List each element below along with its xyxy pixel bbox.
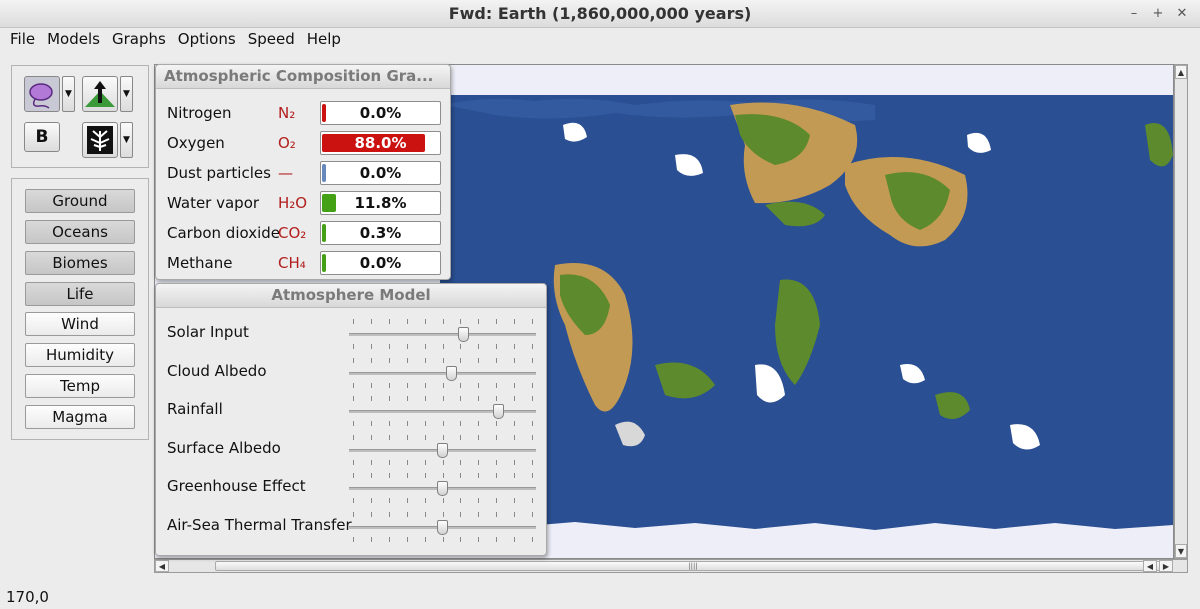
menu-speed[interactable]: Speed [242,28,301,52]
gas-row: Dust particles — 0.0% [156,161,452,185]
scroll-down-icon[interactable]: ▼ [1175,544,1187,558]
view-oceans-button[interactable]: Oceans [25,220,135,244]
slider-row: Surface Albedo [156,431,548,469]
slider-track[interactable] [349,410,536,413]
title-bar: Fwd: Earth (1,860,000,000 years) – + ✕ [0,0,1200,28]
lifeform-dropdown-button[interactable]: ▼ [62,76,75,112]
maximize-icon[interactable]: + [1148,4,1168,24]
bold-label: B [35,127,49,147]
gas-level-bar: 0.0% [320,251,441,275]
terrain-dropdown-button[interactable]: ▼ [120,76,133,112]
gas-name: Carbon dioxide [167,224,281,242]
terrain-tool-button[interactable] [82,76,118,112]
slider-track[interactable] [349,333,536,336]
slider-thumb[interactable] [437,442,448,458]
slider-thumb[interactable] [437,519,448,535]
gas-formula: — [278,164,293,182]
gas-level-bar: 88.0% [320,131,441,155]
mountain-arrow-icon [85,81,115,107]
view-ground-button[interactable]: Ground [25,189,135,213]
lifeform-tool-button[interactable] [24,76,60,112]
tree-dropdown-button[interactable]: ▼ [120,122,133,158]
gas-value: 0.0% [359,104,402,122]
view-wind-button[interactable]: Wind [25,312,135,336]
gas-name: Water vapor [167,194,260,212]
gas-value: 0.0% [359,254,402,272]
menu-models[interactable]: Models [41,28,106,52]
slider-row: Solar Input [156,315,548,353]
view-temp-button[interactable]: Temp [25,374,135,398]
slider-row: Rainfall [156,392,548,430]
cursor-coordinates: 170,0 [6,588,49,606]
gas-formula: N₂ [278,104,296,122]
slider-row: Air-Sea Thermal Transfer [156,508,548,546]
gas-level-bar: 11.8% [320,191,441,215]
gas-level-bar: 0.3% [320,221,441,245]
gas-row: Water vapor H₂O 11.8% [156,191,452,215]
slider-label: Air-Sea Thermal Transfer [167,515,352,534]
tool-palette: ▼ ▼ B ▼ [11,65,149,168]
vertical-scrollbar[interactable]: ▲ ▼ [1174,64,1188,559]
gas-value: 11.8% [354,194,407,212]
horizontal-scroll-thumb[interactable]: |||| [215,561,1171,571]
scroll-left-icon[interactable]: ◀ [155,560,169,572]
menu-bar: File Models Graphs Options Speed Help [0,28,1200,52]
gas-row: Nitrogen N₂ 0.0% [156,101,452,125]
gas-row: Methane CH₄ 0.0% [156,251,452,275]
atmosphere-model-title[interactable]: Atmosphere Model [156,284,546,308]
gas-formula: CO₂ [278,224,307,242]
slider-row: Greenhouse Effect [156,469,548,507]
slider-thumb[interactable] [445,365,457,381]
atmospheric-composition-title[interactable]: Atmospheric Composition Gra... [156,65,450,89]
view-biomes-button[interactable]: Biomes [25,251,135,275]
slider-label: Surface Albedo [167,438,281,457]
lifeform-icon [29,83,53,109]
menu-options[interactable]: Options [172,28,242,52]
gas-row: Oxygen O₂ 88.0% [156,131,452,155]
gas-value: 0.3% [359,224,402,242]
gas-formula: H₂O [278,194,308,212]
gas-value: 0.0% [359,164,402,182]
slider-thumb[interactable] [493,404,505,419]
gas-name: Nitrogen [167,104,232,122]
slider-label: Cloud Albedo [167,361,267,380]
gas-name: Oxygen [167,134,225,152]
gas-name: Methane [167,254,233,272]
scroll-right-icon[interactable]: ▶ [1159,560,1173,572]
slider-thumb[interactable] [437,481,448,496]
slider-thumb[interactable] [458,327,470,342]
gas-row: Carbon dioxide CO₂ 0.3% [156,221,452,245]
bold-tool-button[interactable]: B [24,122,60,152]
view-life-button[interactable]: Life [25,282,135,306]
tree-tool-button[interactable] [82,122,118,158]
view-layer-panel: Ground Oceans Biomes Life Wind Humidity … [11,178,149,440]
slider-label: Greenhouse Effect [167,477,306,495]
window-title: Fwd: Earth (1,860,000,000 years) [448,4,752,23]
slider-row: Cloud Albedo [156,354,548,392]
menu-help[interactable]: Help [301,28,347,52]
menu-file[interactable]: File [4,28,41,52]
gas-formula: O₂ [278,134,296,152]
tree-icon [87,126,113,154]
gas-level-bar: 0.0% [320,101,441,125]
horizontal-scrollbar[interactable]: ◀ |||| ◀ ▶ [154,559,1188,573]
slider-track[interactable] [349,371,536,375]
menu-graphs[interactable]: Graphs [106,28,172,52]
view-magma-button[interactable]: Magma [25,405,135,429]
atmospheric-composition-panel[interactable]: Atmospheric Composition Gra... Nitrogen N… [155,64,451,280]
scroll-left-end-icon[interactable]: ◀ [1143,560,1157,572]
gas-name: Dust particles [167,164,271,182]
view-humidity-button[interactable]: Humidity [25,343,135,367]
slider-label: Rainfall [167,400,223,418]
gas-value: 88.0% [354,134,407,152]
gas-formula: CH₄ [278,254,306,272]
scroll-up-icon[interactable]: ▲ [1175,65,1187,79]
atmosphere-model-panel[interactable]: Atmosphere Model Solar Input Cloud Albedo… [155,283,547,556]
close-icon[interactable]: ✕ [1172,4,1192,24]
gas-level-bar: 0.0% [320,161,441,185]
slider-label: Solar Input [167,323,249,341]
minimize-icon[interactable]: – [1124,4,1144,24]
